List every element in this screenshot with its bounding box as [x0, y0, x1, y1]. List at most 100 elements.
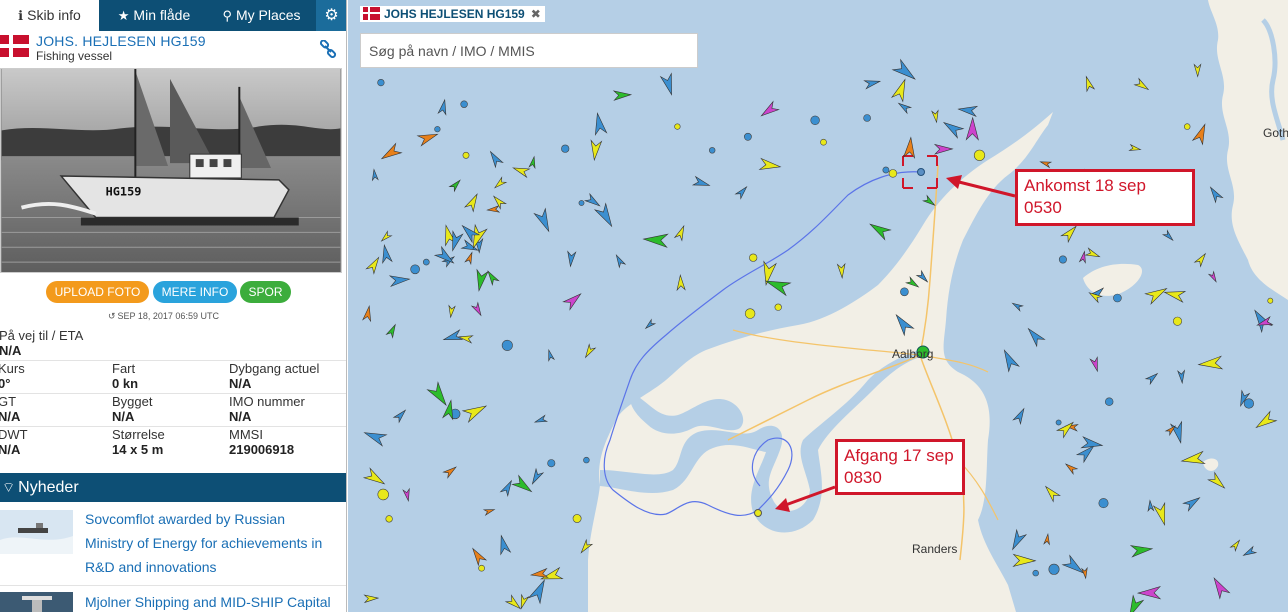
anchored-vessel-marker[interactable] [1267, 297, 1274, 304]
tab-my-places[interactable]: ⚲ My Places [209, 0, 314, 31]
anchored-vessel-marker[interactable] [882, 166, 890, 174]
vessel-marker[interactable] [388, 274, 411, 288]
anchored-vessel-marker[interactable] [434, 126, 441, 133]
news-thumbnail[interactable] [0, 510, 73, 554]
tab-skib-info[interactable]: ℹ Skib info [0, 0, 99, 31]
vessel-marker[interactable] [592, 112, 608, 136]
upload-photo-button[interactable]: UPLOAD FOTO [46, 281, 149, 303]
vessel-marker[interactable] [562, 290, 584, 311]
vessel-marker[interactable] [1084, 247, 1101, 260]
vessel-marker[interactable] [528, 155, 537, 170]
vessel-marker[interactable] [1177, 369, 1186, 385]
vessel-marker[interactable] [1193, 63, 1202, 78]
vessel-marker[interactable] [593, 202, 617, 230]
vessel-marker[interactable] [529, 467, 545, 486]
track-button[interactable]: SPOR [240, 281, 291, 303]
vessel-marker[interactable] [1061, 554, 1087, 577]
vessel-marker[interactable] [486, 205, 501, 213]
vessel-marker[interactable] [504, 594, 523, 612]
vessel-marker[interactable] [566, 250, 577, 268]
vessel-marker[interactable] [1083, 75, 1096, 93]
vessel-marker[interactable] [673, 224, 688, 242]
vessel-marker[interactable] [922, 194, 936, 208]
vessel-marker[interactable] [691, 175, 711, 190]
vessel-marker[interactable] [1253, 410, 1278, 432]
vessel-marker[interactable] [1012, 553, 1037, 567]
anchored-vessel-marker[interactable] [743, 132, 752, 141]
anchored-vessel-marker[interactable] [501, 339, 513, 351]
vessel-marker[interactable] [473, 268, 489, 292]
vessel-marker[interactable] [1089, 356, 1101, 373]
anchored-vessel-marker[interactable] [749, 253, 758, 262]
vessel-marker[interactable] [1008, 528, 1028, 552]
vessel-marker[interactable] [1169, 420, 1186, 444]
vessel-marker[interactable] [1152, 501, 1171, 526]
anchored-vessel-marker[interactable] [1172, 316, 1182, 326]
anchored-vessel-marker[interactable] [900, 287, 909, 297]
anchored-vessel-marker[interactable] [888, 169, 898, 178]
vessel-marker[interactable] [758, 157, 782, 173]
vessel-marker[interactable] [1081, 566, 1089, 580]
vessel-marker[interactable] [1182, 494, 1202, 512]
vessel-marker[interactable] [461, 400, 489, 424]
news-item-title[interactable]: Sovcomflot awarded by Russian Ministry o… [85, 507, 345, 579]
vessel-marker[interactable] [1064, 461, 1079, 476]
vessel-marker[interactable] [493, 176, 508, 190]
anchored-vessel-marker[interactable] [1032, 569, 1039, 577]
vessel-marker[interactable] [1193, 252, 1209, 268]
vessel-marker[interactable] [1124, 594, 1145, 612]
vessel-marker[interactable] [1043, 532, 1051, 546]
vessel-marker[interactable] [511, 474, 534, 496]
anchored-vessel-marker[interactable] [572, 514, 582, 523]
anchored-vessel-marker[interactable] [973, 149, 986, 161]
vessel-marker[interactable] [903, 136, 917, 159]
vessel-marker[interactable] [890, 77, 911, 103]
vessel-marker[interactable] [1147, 499, 1155, 513]
vessel-marker[interactable] [527, 577, 550, 605]
vessel-marker[interactable] [533, 414, 549, 425]
link-icon[interactable] [319, 40, 337, 58]
vessel-marker[interactable] [1024, 325, 1046, 348]
vessel-marker[interactable] [365, 255, 382, 275]
vessel-marker[interactable] [362, 467, 387, 488]
vessel-marker[interactable] [380, 243, 393, 265]
vessel-marker[interactable] [1144, 371, 1160, 386]
vessel-marker[interactable] [1144, 284, 1169, 305]
anchored-vessel-marker[interactable] [1055, 419, 1062, 426]
vessel-marker[interactable] [1209, 575, 1231, 600]
vessel-marker[interactable] [496, 534, 512, 556]
anchored-vessel-marker[interactable] [583, 456, 590, 464]
tab-min-flade[interactable]: ★ Min flåde [99, 0, 209, 31]
vessel-marker[interactable] [470, 301, 484, 317]
vessel-marker[interactable] [867, 219, 892, 241]
anchored-vessel-marker[interactable] [863, 114, 871, 122]
vessel-marker[interactable] [583, 192, 602, 209]
vessel-marker[interactable] [863, 77, 882, 90]
vessel-marker[interactable] [533, 207, 554, 234]
vessel-marker[interactable] [482, 507, 496, 516]
anchored-vessel-marker[interactable] [1113, 293, 1122, 303]
anchored-vessel-marker[interactable] [1243, 398, 1255, 409]
vessel-marker[interactable] [612, 90, 633, 101]
vessel-marker[interactable] [582, 343, 597, 359]
anchored-vessel-marker[interactable] [478, 564, 485, 572]
vessel-marker[interactable] [1242, 545, 1258, 559]
close-icon[interactable]: ✖ [531, 7, 541, 21]
vessel-marker[interactable] [363, 594, 380, 604]
vessel-marker[interactable] [1207, 270, 1219, 283]
vessel-marker[interactable] [402, 487, 411, 503]
settings-button[interactable]: ⚙ [316, 0, 346, 31]
vessel-marker[interactable] [613, 253, 627, 269]
anchored-vessel-marker[interactable] [423, 258, 430, 266]
vessel-marker[interactable] [371, 168, 379, 182]
vessel-marker[interactable] [1011, 301, 1024, 312]
anchored-vessel-marker[interactable] [377, 488, 389, 501]
anchored-vessel-marker[interactable] [547, 459, 556, 468]
vessel-marker[interactable] [1128, 143, 1142, 153]
vessel-marker[interactable] [499, 479, 515, 497]
vessel-marker[interactable] [836, 262, 846, 279]
vessel-marker[interactable] [1207, 185, 1224, 204]
vessel-marker[interactable] [642, 233, 669, 248]
vessel-marker[interactable] [1039, 159, 1053, 169]
vessel-marker[interactable] [442, 464, 458, 479]
